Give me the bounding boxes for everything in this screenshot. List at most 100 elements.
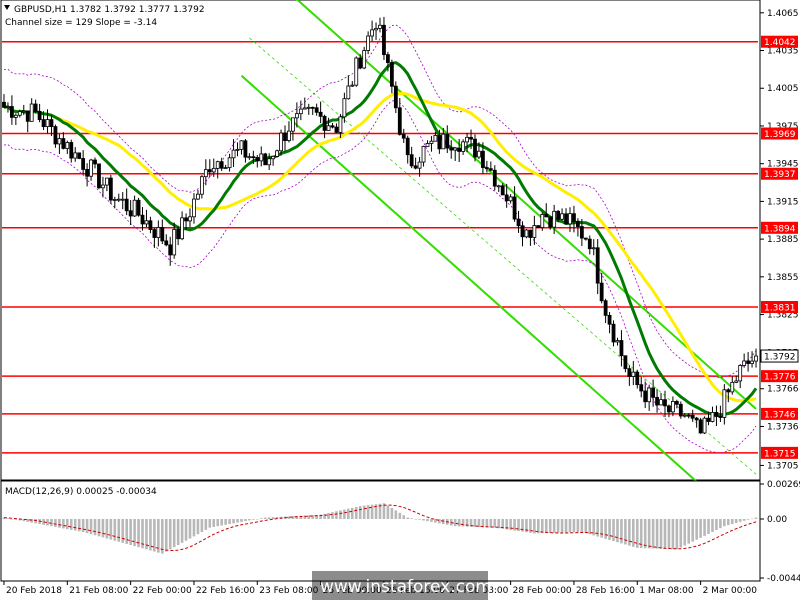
macd-bar: [742, 519, 746, 521]
level-tag: 1.3746: [761, 407, 798, 420]
macd-bar: [133, 519, 136, 547]
macd-bar: [117, 519, 121, 542]
macd-bar: [113, 519, 117, 541]
macd-bar: [457, 519, 461, 527]
macd-bar: [707, 519, 710, 534]
macd-bar: [659, 519, 663, 549]
macd-bar: [663, 519, 667, 549]
macd-bar: [323, 513, 326, 519]
macd-bar: [339, 510, 342, 519]
macd-bar: [746, 519, 750, 520]
x-tick-label: 21 Feb 08:00: [69, 586, 128, 596]
macd-bar: [188, 519, 192, 539]
macd-bar: [248, 519, 251, 521]
macd-bar: [461, 519, 465, 527]
level-tag: 1.3937: [761, 167, 798, 180]
level-tag: 1.3831: [761, 301, 798, 314]
candle: [536, 225, 541, 228]
macd-bar: [489, 519, 493, 528]
macd-bar: [335, 511, 338, 519]
macd-bar: [73, 519, 77, 531]
level-tag-label: 1.3831: [764, 304, 796, 314]
y-tick-label: 1.3705: [767, 461, 799, 471]
macd-bar: [224, 519, 227, 525]
level-tag: 1.4042: [761, 35, 798, 48]
macd-bar: [97, 519, 101, 537]
macd-bar: [616, 519, 619, 543]
macd-bar: [58, 519, 61, 528]
level-tag: 1.3776: [761, 370, 798, 383]
macd-bar: [109, 519, 113, 540]
x-tick-label: 20 Feb 2018: [6, 586, 62, 596]
candle: [77, 152, 82, 160]
macd-bar: [414, 519, 417, 520]
macd-bar: [255, 519, 259, 520]
macd-bar: [354, 506, 358, 519]
candle: [702, 416, 707, 435]
macd-bar: [552, 519, 556, 533]
macd-bar: [402, 515, 406, 519]
macd-bar: [105, 519, 109, 539]
macd-bar: [687, 519, 691, 544]
macd-bar: [533, 519, 536, 534]
macd-bar: [394, 510, 398, 519]
macd-bar: [691, 519, 694, 542]
level-tag: 1.3894: [761, 221, 798, 234]
macd-bar: [161, 519, 164, 554]
macd-bar: [398, 512, 402, 519]
macd-bar: [612, 519, 615, 542]
macd-y-tick-label: 0.00269: [767, 480, 800, 490]
macd-bar: [564, 519, 568, 533]
level-tag: 1.3969: [761, 127, 798, 140]
macd-bar: [6, 518, 10, 519]
candle: [354, 56, 359, 87]
macd-bar: [220, 519, 223, 526]
x-tick-label: 28 Feb 00:00: [513, 586, 572, 596]
macd-bar: [208, 519, 212, 528]
y-tick-label: 1.3855: [767, 273, 799, 283]
macd-bar: [719, 519, 722, 529]
macd-bar: [129, 519, 132, 546]
macd-bar: [734, 519, 738, 523]
macd-bar: [453, 519, 457, 527]
level-tag-label: 1.3715: [764, 449, 796, 459]
macd-bar: [572, 519, 576, 533]
x-tick-label: 23 Feb 08:00: [259, 586, 318, 596]
y-tick-label: 1.3766: [767, 385, 799, 395]
macd-bar: [568, 519, 572, 533]
macd-bar: [77, 519, 81, 532]
macd-bar: [267, 517, 271, 519]
macd-bar: [699, 519, 702, 538]
macd-bar: [608, 519, 611, 540]
candle: [263, 152, 268, 166]
macd-bar: [252, 519, 255, 520]
x-tick-label: 28 Feb 16:00: [576, 586, 635, 596]
macd-bar: [350, 507, 354, 519]
macd-bar: [244, 519, 247, 522]
macd-bar: [50, 519, 53, 527]
macd-bar: [236, 519, 239, 523]
macd-bar: [620, 519, 623, 544]
macd-bar: [596, 519, 599, 537]
macd-bar: [362, 505, 366, 519]
macd-bar: [81, 519, 85, 533]
level-tag-label: 1.4042: [764, 38, 796, 48]
macd-bar: [540, 519, 544, 534]
macd-bar: [89, 519, 93, 535]
macd-bar: [259, 518, 263, 519]
x-tick-label: 22 Feb 00:00: [133, 586, 192, 596]
macd-bar: [212, 519, 216, 527]
macd-bar: [176, 519, 180, 546]
macd-bar: [418, 519, 421, 520]
macd-bar: [703, 519, 706, 536]
y-tick-label: 1.4005: [767, 84, 799, 94]
macd-bar: [358, 506, 362, 519]
macd-bar: [184, 519, 188, 541]
macd-bar: [422, 519, 425, 521]
candle: [108, 174, 113, 204]
macd-bar: [263, 517, 267, 519]
macd-bar: [556, 519, 560, 533]
macd-bar: [172, 519, 176, 548]
macd-bar: [426, 519, 429, 522]
macd-bar: [180, 519, 184, 543]
